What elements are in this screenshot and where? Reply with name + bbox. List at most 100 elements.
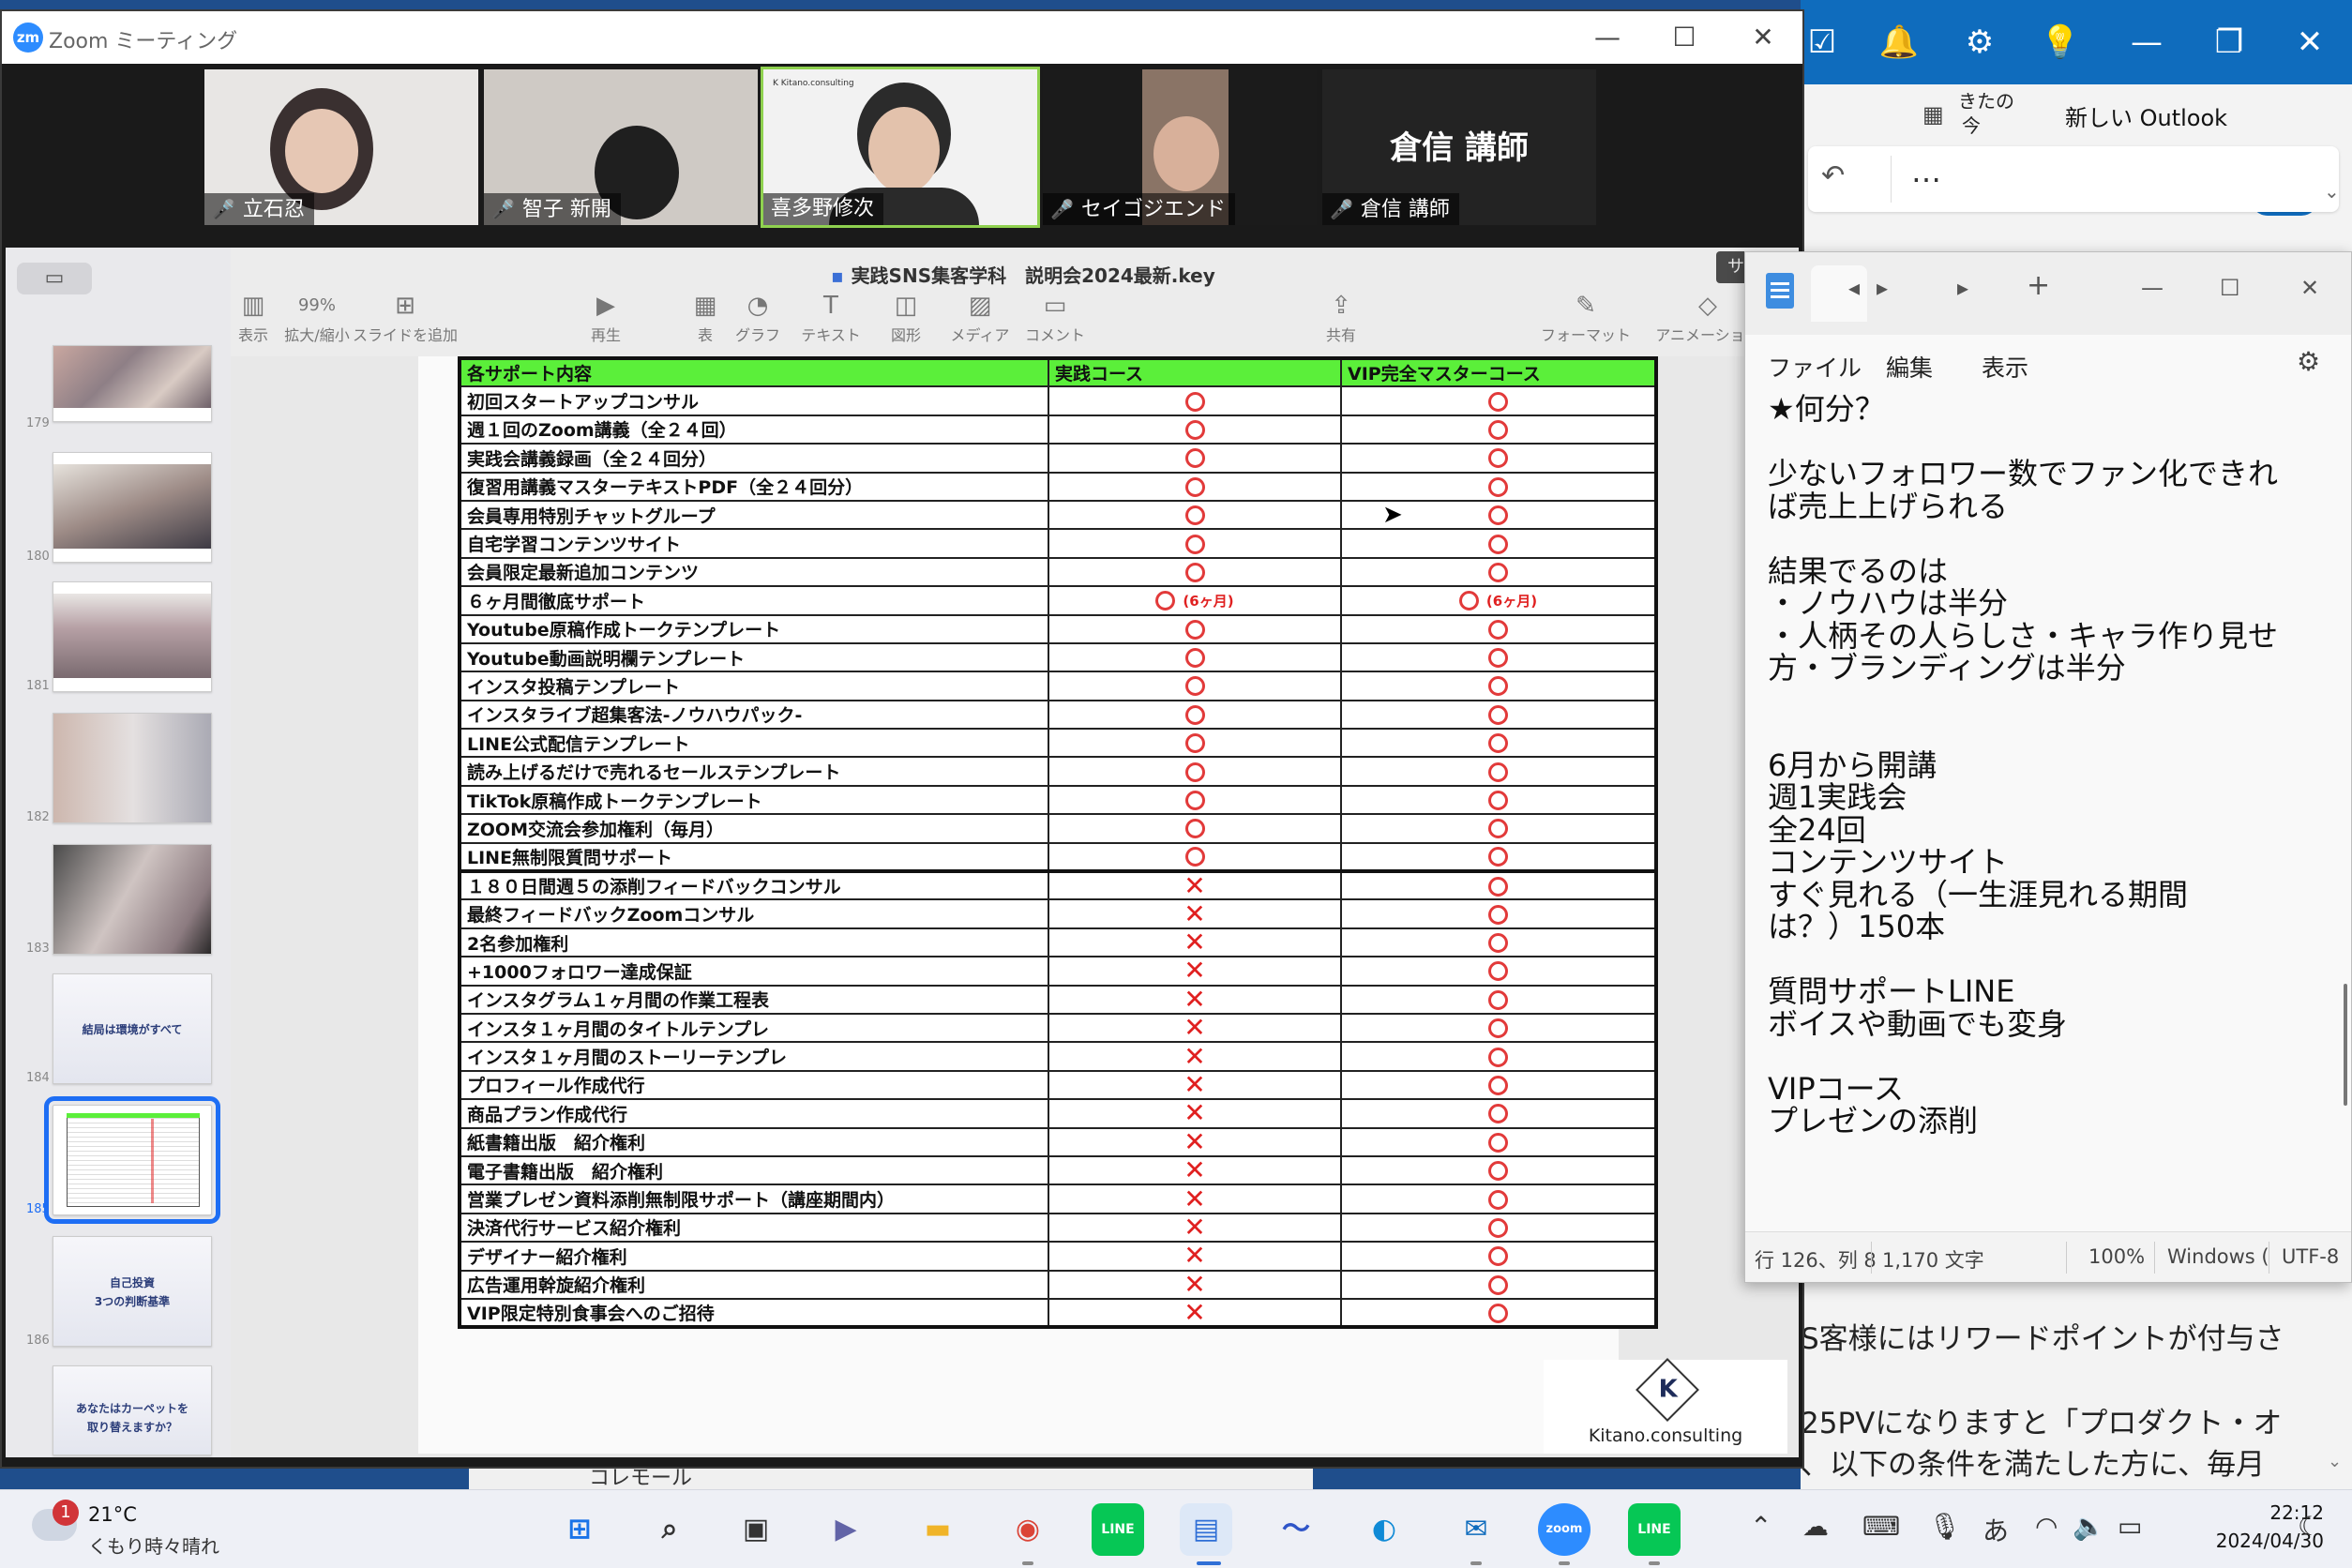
participant-tile-active[interactable]: K Kitano.consulting 喜多野修次 (761, 67, 1040, 228)
chart-button[interactable]: ◔ グラフ (720, 289, 795, 345)
slide-thumbnail-selected[interactable] (44, 1096, 220, 1224)
slide-thumbnail[interactable]: 結局は環境がすべて (53, 973, 212, 1084)
minimize-icon[interactable]: — (1589, 19, 1626, 56)
menu-edit[interactable]: 編集 (1886, 350, 1933, 384)
start-icon[interactable]: ⊞ (553, 1503, 606, 1556)
text-line (1768, 1040, 2330, 1073)
vip-course-mark (1340, 641, 1657, 673)
add-slide-button[interactable]: ⊞ スライドを追加 (339, 289, 471, 345)
notepad-icon[interactable]: ▤ (1180, 1503, 1232, 1556)
restore-icon[interactable]: ❐ (2208, 21, 2251, 64)
included-circle-icon (1488, 1274, 1508, 1295)
onedrive-icon[interactable]: ☁ (1802, 1511, 1829, 1542)
practice-course-mark: ✕ (1048, 1098, 1342, 1129)
support-item-label: デザイナー紹介権利 (459, 1241, 1049, 1272)
slide-thumbnail[interactable]: あなたはカーペットを 取り替えますか？ (53, 1365, 212, 1455)
slide-thumbnail[interactable] (53, 844, 212, 955)
whiteboard-icon[interactable]: 〜 (1270, 1503, 1322, 1556)
tab-scroll-right-icon[interactable]: ▸ (1877, 275, 1888, 301)
slide-thumbnail[interactable]: 自己投資 3つの判断基準 (53, 1236, 212, 1347)
more-options-button[interactable]: … (1911, 154, 1941, 189)
support-item-label: 決済代行サービス紹介権利 (459, 1212, 1049, 1244)
tab-scroll-left-icon[interactable]: ◂ (1848, 275, 1860, 301)
file-explorer-icon[interactable]: ▬ (912, 1503, 964, 1556)
text-line: プレゼンの添削 (1768, 1103, 1979, 1138)
undo-icon[interactable]: ↶ (1821, 159, 1845, 192)
format-button[interactable]: ✎ フォーマット (1534, 289, 1637, 345)
share-button[interactable]: ⇪ 共有 (1313, 289, 1369, 345)
participant-tile[interactable]: 🎤 立石忍 (204, 69, 478, 225)
search-icon[interactable]: ⌕ (643, 1503, 696, 1556)
do-not-disturb-icon[interactable]: ☾ (2298, 1511, 2321, 1542)
wifi-icon[interactable]: ◠ (2035, 1511, 2058, 1542)
microphone-icon[interactable]: 🎙 (1928, 1511, 1962, 1542)
ime-indicator[interactable]: あ (1983, 1511, 2009, 1548)
volume-icon[interactable]: 🔈 (2073, 1511, 2105, 1542)
text-button[interactable]: T テキスト (793, 289, 868, 345)
todo-icon[interactable]: ☑ (1801, 21, 1844, 64)
close-icon[interactable]: ✕ (2300, 275, 2319, 301)
play-icon: ▶ (596, 292, 615, 320)
play-button[interactable]: ▶ 再生 (559, 289, 653, 345)
vip-course-mark (1340, 1241, 1657, 1272)
table-row: LINE無制限質問サポート (459, 841, 1657, 873)
lightbulb-icon[interactable]: 💡 (2039, 21, 2082, 64)
notepad-scrollbar[interactable] (2344, 984, 2347, 1106)
chevron-up-icon[interactable]: ⌃ (1750, 1511, 1772, 1542)
line-icon-2[interactable]: LINE (1628, 1503, 1681, 1556)
menu-view[interactable]: 表示 (1982, 350, 2028, 384)
text-line: 結果でるのは (1768, 552, 1949, 589)
included-circle-icon (1184, 704, 1205, 725)
shape-button[interactable]: ◫ 図形 (868, 289, 943, 345)
edge-icon[interactable]: ◐ (1358, 1503, 1410, 1556)
slide-thumbnail[interactable] (53, 581, 212, 692)
thumb-subtitle: 3つの判断基準 (94, 1295, 171, 1308)
menu-file[interactable]: ファイル (1768, 350, 1862, 384)
minimize-icon[interactable]: — (2125, 21, 2168, 64)
chevron-down-icon[interactable]: ⌄ (2324, 180, 2340, 203)
participant-face (1153, 116, 1219, 191)
slide-thumbnail[interactable] (53, 345, 212, 422)
slide-thumbnail[interactable] (53, 713, 212, 823)
teams-icon[interactable]: ▶ (820, 1503, 872, 1556)
maximize-icon[interactable]: ☐ (1666, 19, 1703, 56)
practice-course-mark (1048, 841, 1342, 873)
close-icon[interactable]: ✕ (2288, 21, 2331, 64)
zoom-icon[interactable]: zoom (1538, 1503, 1591, 1556)
chrome-icon[interactable]: ◉ (1002, 1503, 1054, 1556)
participant-tile[interactable]: 倉信 講師 🎤 倉信 講師 (1322, 69, 1596, 225)
minimize-icon[interactable]: — (2141, 275, 2164, 301)
notepad-text-area[interactable]: ★何分？ 少ないフォロワー数でファン化できれ ば売上上げられる 結果でるのは ・ノウハウ… (1768, 393, 2330, 1331)
logo-text: Kitano.consulting (1588, 1425, 1743, 1446)
line-icon[interactable]: LINE (1092, 1503, 1144, 1556)
vip-course-mark (1340, 784, 1657, 816)
scroll-down-icon[interactable]: ⌄ (2328, 1452, 2342, 1471)
bell-icon[interactable]: 🔔 (1877, 21, 1921, 64)
media-button[interactable]: ▨ メディア (938, 289, 1022, 345)
sidebar-toggle-button[interactable]: ▭ (17, 263, 92, 294)
vip-course-mark (1340, 471, 1657, 502)
keyboard-icon[interactable]: ⌨ (1862, 1511, 1900, 1542)
new-tab-icon[interactable]: + (2027, 269, 2050, 302)
support-item-label: インスタ投稿テンプレート (459, 671, 1049, 701)
task-view-icon[interactable]: ▣ (730, 1503, 782, 1556)
slide-thumbnail[interactable] (53, 452, 212, 563)
close-icon[interactable]: ✕ (1744, 19, 1782, 56)
mic-muted-icon: 🎤 (1050, 198, 1074, 220)
zoom-window: zm Zoom ミーティング — ☐ ✕ 🎤 立石忍 🎤 智子 新開 K Kitan… (0, 9, 1804, 1469)
support-item-label: VIP限定特別食事会へのご招待 (459, 1297, 1049, 1329)
battery-icon[interactable]: ▭ (2118, 1511, 2142, 1542)
status-divider (2154, 1242, 2155, 1274)
participant-tile[interactable]: 🎤 智子 新開 (484, 69, 758, 225)
slide-navigator: ▭ 179 180 181 182 183 184 結局は環境がすべて 185 … (6, 248, 231, 1457)
gear-icon[interactable]: ⚙ (1958, 21, 2001, 64)
outlook-icon[interactable]: ✉ (1450, 1503, 1502, 1556)
maximize-icon[interactable]: ☐ (2220, 275, 2240, 301)
text-line: 方・ブランディングは半分 (1768, 650, 2126, 686)
practice-course-mark (1048, 414, 1342, 445)
tab-next-icon[interactable]: ▸ (1957, 275, 1968, 301)
settings-gear-icon[interactable]: ⚙ (2297, 346, 2320, 377)
calendar-icon[interactable]: ▦ (1922, 101, 1944, 128)
participant-tile[interactable]: 🎤 セイゴジエンド (1043, 69, 1317, 225)
comment-button[interactable]: ▭ コメント (1013, 289, 1097, 345)
